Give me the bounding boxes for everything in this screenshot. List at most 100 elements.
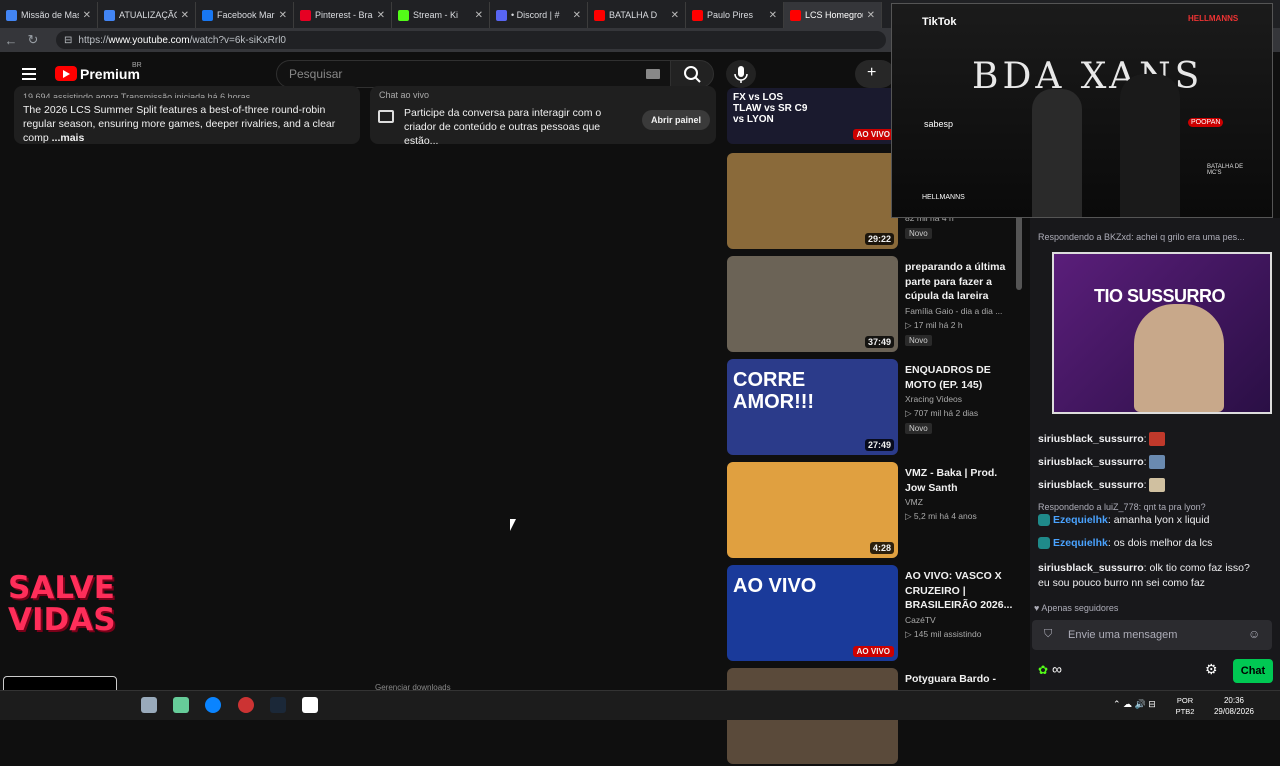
browser-tab[interactable]: Paulo Pires ✕ xyxy=(686,2,784,28)
tab-label: BATALHA D xyxy=(609,10,658,20)
close-tab-icon[interactable]: ✕ xyxy=(867,10,875,21)
download-hint[interactable]: Gerenciar downloads xyxy=(375,683,451,692)
video-thumbnail[interactable]: AO VIVO AO VIVO xyxy=(727,565,898,661)
youtube-logo-icon[interactable] xyxy=(55,66,77,81)
taskbar-app-icon[interactable] xyxy=(141,697,157,713)
taskbar-app-icon[interactable] xyxy=(173,697,189,713)
browser-tab[interactable]: ATUALIZAÇÃO 2 ✕ xyxy=(98,2,196,28)
close-tab-icon[interactable]: ✕ xyxy=(573,10,581,21)
chat-emote-icon[interactable] xyxy=(1149,478,1166,492)
channel-name[interactable]: VMZ xyxy=(905,497,923,507)
search-button[interactable] xyxy=(670,60,714,88)
chat-message: siriusblack_sussurro: xyxy=(1038,478,1166,492)
close-tab-icon[interactable]: ✕ xyxy=(83,10,91,21)
new-badge: Novo xyxy=(905,334,932,346)
chat-message: Ezequielhk: os dois melhor da lcs xyxy=(1038,537,1212,550)
menu-icon[interactable] xyxy=(22,68,36,80)
close-tab-icon[interactable]: ✕ xyxy=(671,10,679,21)
chat-message: Ezequielhk: amanha lyon x liquid xyxy=(1038,514,1209,527)
video-thumbnail[interactable]: 29:22 xyxy=(727,153,898,249)
viewer-count: ∞ xyxy=(1052,661,1062,677)
tab-label: Stream - Ki xyxy=(413,10,459,20)
search-icon xyxy=(684,66,701,83)
streamer-face xyxy=(1134,304,1224,412)
chat-username[interactable]: Ezequielhk xyxy=(1053,537,1108,549)
tab-favicon-icon xyxy=(104,9,115,21)
video-thumbnail[interactable]: 4:28 xyxy=(727,462,898,558)
voice-search-button[interactable] xyxy=(726,60,756,88)
subscriber-badge-icon[interactable] xyxy=(1038,514,1050,527)
related-video[interactable]: 37:49 preparando a última parte para faze… xyxy=(727,256,1017,354)
points-icon[interactable]: ✿ xyxy=(1038,663,1048,677)
close-tab-icon[interactable]: ✕ xyxy=(181,10,189,21)
video-thumbnail[interactable]: CORRE AMOR!!! 27:49 xyxy=(727,359,898,455)
browser-tab[interactable]: Facebook Marke ✕ xyxy=(196,2,294,28)
windows-taskbar xyxy=(0,690,1280,720)
shield-icon[interactable]: ⛉ xyxy=(1044,628,1052,641)
sponsor-1: HELLMANNS xyxy=(1188,14,1239,23)
chat-text: : olk tio como faz isso? xyxy=(1143,562,1250,574)
browser-tab[interactable]: LCS Homegroun ✕ xyxy=(784,2,882,28)
close-tab-icon[interactable]: ✕ xyxy=(279,10,287,21)
back-icon[interactable]: ← xyxy=(0,33,22,48)
related-video[interactable]: AO VIVO AO VIVO AO VIVO: VASCO X CRUZEIRO … xyxy=(727,565,1017,663)
browser-tab[interactable]: BATALHA D ✕ xyxy=(588,2,686,28)
subscriber-badge-icon[interactable] xyxy=(1038,537,1050,550)
tray-icons[interactable]: ⌃ ☁ 🔊 ⊟ xyxy=(1113,699,1156,710)
keyboard-icon[interactable] xyxy=(646,69,660,79)
tiktok-logo: TikTok xyxy=(922,16,957,28)
chat-message: siriusblack_sussurro: xyxy=(1038,432,1166,446)
chat-emote-icon[interactable] xyxy=(1149,455,1166,469)
chat-username[interactable]: siriusblack_sussurro xyxy=(1038,433,1144,445)
chat-username[interactable]: Ezequielhk xyxy=(1053,514,1108,526)
video-title[interactable]: preparando a última parte para fazer a c… xyxy=(905,260,1013,304)
emote-picker-icon[interactable]: ☺ xyxy=(1248,627,1260,641)
sticker-line-2: VIDAS xyxy=(8,602,116,638)
chat-input[interactable]: Envie uma mensagem xyxy=(1032,620,1272,650)
close-tab-icon[interactable]: ✕ xyxy=(475,10,483,21)
video-thumbnail[interactable]: FX vs LOS TLAW vs SR C9 vs LYON AO VIVO xyxy=(727,88,898,144)
chat-send-button[interactable]: Chat xyxy=(1233,659,1273,683)
chat-username[interactable]: siriusblack_sussurro xyxy=(1038,562,1144,574)
steam-icon[interactable] xyxy=(270,697,286,713)
sponsor-2: sabesp xyxy=(924,119,954,129)
video-title[interactable]: AO VIVO: VASCO X CRUZEIRO | BRASILEIRÃO … xyxy=(905,569,1013,613)
related-video[interactable]: CORRE AMOR!!! 27:49 ENQUADROS DE MOTO (EP.… xyxy=(727,359,1017,457)
capcut-icon[interactable] xyxy=(302,697,318,713)
gear-icon[interactable]: ⚙ xyxy=(1205,661,1218,678)
browser-tab[interactable]: • Discord | # ✕ xyxy=(490,2,588,28)
related-video[interactable]: 4:28 VMZ - Baka | Prod. Jow Santh VMZ ▷ 5,2… xyxy=(727,462,1017,560)
browser-tab[interactable]: Pinterest - Brasil ✕ xyxy=(294,2,392,28)
chat-emote-icon[interactable] xyxy=(1149,432,1166,446)
channel-name[interactable]: Família Gaio - dia a dia ... xyxy=(905,306,1002,316)
thumbnail-text: CORRE AMOR!!! xyxy=(733,369,815,413)
channel-name[interactable]: Xracing Videos xyxy=(905,394,962,404)
chat-username[interactable]: siriusblack_sussurro xyxy=(1038,456,1144,468)
browser-tab[interactable]: Missão de Masm ✕ xyxy=(0,2,98,28)
new-badge: Novo xyxy=(905,423,932,434)
channel-name[interactable]: CazéTV xyxy=(905,615,936,625)
site-info-icon[interactable]: ⊟ xyxy=(64,35,72,46)
taskbar-app-icon[interactable] xyxy=(238,697,254,713)
region-code: BR xyxy=(132,62,142,69)
address-bar[interactable]: ⊟ https://www.youtube.com/watch?v=6k-siK… xyxy=(56,31,886,49)
youtube-brand[interactable]: Premium xyxy=(80,66,140,82)
search-input[interactable]: Pesquisar xyxy=(276,60,674,88)
open-panel-button[interactable]: Abrir painel xyxy=(642,110,710,130)
video-title[interactable]: VMZ - Baka | Prod. Jow Santh xyxy=(905,466,1013,495)
video-title[interactable]: Potyguara Bardo - xyxy=(905,672,1013,687)
close-tab-icon[interactable]: ✕ xyxy=(769,10,777,21)
reload-icon[interactable]: ↻ xyxy=(22,32,44,48)
video-description[interactable]: 19.694 assistindo agora Transmissão inic… xyxy=(14,86,360,144)
keyboard-language[interactable]: POR PTB2 xyxy=(1172,695,1198,717)
video-title[interactable]: ENQUADROS DE MOTO (EP. 145) xyxy=(905,363,1013,392)
show-more-link[interactable]: ...mais xyxy=(52,132,85,144)
video-thumbnail[interactable]: 37:49 xyxy=(727,256,898,352)
system-clock[interactable]: 20:36 29/08/2026 xyxy=(1204,695,1264,717)
edge-icon[interactable] xyxy=(205,697,221,713)
chat-username[interactable]: siriusblack_sussurro xyxy=(1038,479,1144,491)
browser-tab[interactable]: Stream - Ki ✕ xyxy=(392,2,490,28)
create-button[interactable]: + xyxy=(855,60,895,88)
close-tab-icon[interactable]: ✕ xyxy=(377,10,385,21)
webcam-overlay: TIO SUSSURRO xyxy=(1052,252,1272,414)
